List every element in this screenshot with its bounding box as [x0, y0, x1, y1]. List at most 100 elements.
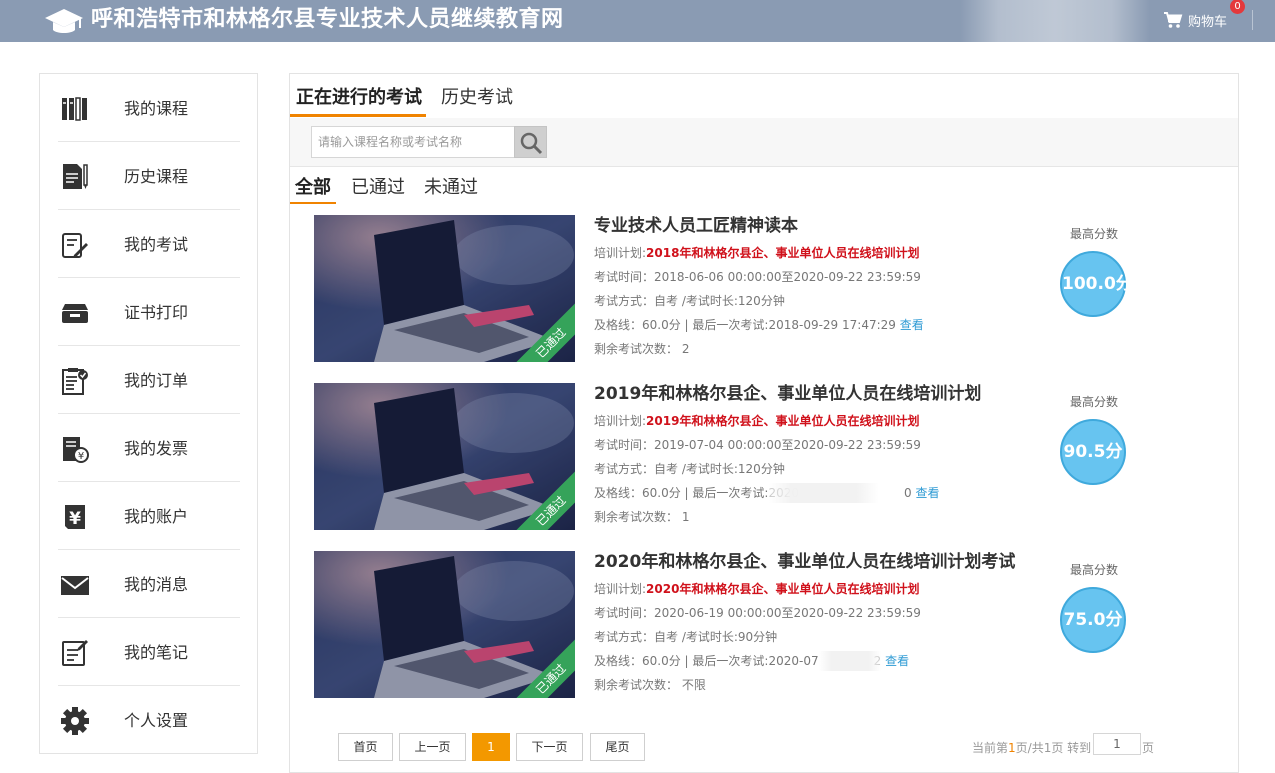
time-label: 考试时间： [594, 270, 655, 284]
remaining-count: 1 [681, 510, 690, 524]
search-button[interactable] [514, 126, 547, 158]
search-bar [290, 118, 1238, 167]
goto-page-input[interactable] [1093, 733, 1141, 755]
sidebar-item-my-account[interactable]: ¥ 我的账户 [58, 482, 240, 550]
books-icon [62, 97, 87, 121]
page-info-goto: 页 转到 [1051, 741, 1092, 755]
course-thumbnail[interactable]: 已通过 [314, 551, 575, 698]
best-score-label: 最高分数 [1069, 395, 1118, 409]
sidebar-item-label: 我的发票 [124, 439, 189, 458]
view-link[interactable]: 查看 [885, 654, 909, 668]
shopping-cart-icon [1164, 12, 1183, 28]
laptop-photo [314, 383, 575, 530]
search-input[interactable] [311, 126, 514, 158]
remaining-attempts-line: 剩余考试次数： 1 [594, 509, 689, 525]
pass-line: 及格线：60.0分 | 最后一次考试:2020 0 查看 [594, 485, 939, 501]
mode-label: 考试方式： [594, 630, 655, 644]
sidebar-item-history-courses[interactable]: 历史课程 [58, 142, 240, 210]
best-score-badge: 75.0分 [1060, 587, 1126, 653]
sidebar-item-certificate-print[interactable]: 证书打印 [58, 278, 240, 346]
plan-label: 培训计划: [594, 246, 647, 260]
sidebar-item-my-courses[interactable]: 我的课程 [58, 74, 240, 142]
site-header: 呼和浩特市和林格尔县专业技术人员继续教育网 购物车 0 [0, 0, 1275, 42]
account-yen-icon: ¥ [65, 505, 85, 529]
filter-failed[interactable]: 未通过 [424, 177, 478, 199]
exam-time: 2018-06-06 00:00:00至2020-09-22 23:59:59 [654, 270, 921, 284]
invoice-yen-icon: ¥ [63, 437, 89, 463]
sidebar-item-label: 我的考试 [124, 235, 189, 254]
tab-ongoing-exams[interactable]: 正在进行的考试 [296, 86, 422, 110]
sidebar-item-my-invoices[interactable]: ¥ 我的发票 [58, 414, 240, 482]
plan-name: 2018年和林格尔县企、事业单位人员在线培训计划 [646, 246, 920, 260]
exam-tabs: 正在进行的考试 历史考试 [290, 74, 1238, 119]
exam-title[interactable]: 2020年和林格尔县企、事业单位人员在线培训计划考试 [594, 551, 1015, 573]
exam-mode-line: 考试方式：自考 /考试时长:120分钟 [594, 461, 785, 477]
cart-button[interactable]: 购物车 [1163, 9, 1227, 31]
plan-name: 2019年和林格尔县企、事业单位人员在线培训计划 [646, 414, 920, 428]
page-info-mid: 页/共 [1015, 741, 1044, 755]
exam-title[interactable]: 专业技术人员工匠精神读本 [594, 215, 798, 237]
best-score-label: 最高分数 [1069, 227, 1118, 241]
pass-label: 及格线： [594, 654, 643, 668]
sidebar-item-label: 历史课程 [124, 167, 189, 186]
sidebar: 我的课程 历史课程 我的考试 证书打印 我的订单 ¥ 我的发票 ¥ 我的账户 我… [39, 73, 258, 754]
sidebar-item-label: 我的课程 [124, 99, 189, 118]
training-plan-line: 培训计划:2020年和林格尔县企、事业单位人员在线培训计划 [594, 581, 919, 597]
sidebar-item-personal-settings[interactable]: 个人设置 [58, 686, 240, 754]
exam-time-line: 考试时间：2018-06-06 00:00:00至2020-09-22 23:5… [594, 269, 921, 285]
page-info-current: 1 [1008, 741, 1016, 755]
remaining-attempts-line: 剩余考试次数： 2 [594, 341, 689, 357]
exam-mode: 自考 /考试时长:120分钟 [654, 294, 785, 308]
sidebar-item-my-orders[interactable]: 我的订单 [58, 346, 240, 414]
laptop-photo [314, 215, 575, 362]
filter-all[interactable]: 全部 [295, 177, 331, 199]
filter-passed[interactable]: 已通过 [351, 177, 405, 199]
course-thumbnail[interactable]: 已通过 [314, 383, 575, 530]
exam-card: 已通过 2020年和林格尔县企、事业单位人员在线培训计划考试 培训计划:2020… [314, 551, 1214, 701]
active-tab-indicator [290, 114, 426, 117]
view-link[interactable]: 查看 [900, 318, 924, 332]
last-page-button[interactable]: 尾页 [590, 733, 645, 761]
exam-time: 2020-06-19 00:00:00至2020-09-22 23:59:59 [654, 606, 921, 620]
exam-time-line: 考试时间：2019-07-04 00:00:00至2020-09-22 23:5… [594, 437, 921, 453]
notepad-edit-icon [62, 640, 88, 666]
exam-mode-line: 考试方式：自考 /考试时长:90分钟 [594, 629, 777, 645]
sidebar-item-label: 个人设置 [124, 711, 189, 730]
search-icon [520, 132, 543, 155]
best-score-badge: 100.0分 [1060, 251, 1133, 317]
plan-name: 2020年和林格尔县企、事业单位人员在线培训计划 [646, 582, 920, 596]
next-page-button[interactable]: 下一页 [516, 733, 583, 761]
view-link[interactable]: 查看 [915, 486, 939, 500]
exam-edit-icon [62, 233, 88, 258]
page-info: 当前第1页/共1页 转到 [972, 739, 1091, 756]
sidebar-item-label: 我的订单 [124, 371, 189, 390]
exam-card: 已通过 专业技术人员工匠精神读本 培训计划:2018年和林格尔县企、事业单位人员… [314, 215, 1214, 365]
sidebar-item-label: 我的账户 [124, 507, 189, 526]
sidebar-item-my-exams[interactable]: 我的考试 [58, 210, 240, 278]
prev-page-button[interactable]: 上一页 [399, 733, 466, 761]
page-1-button[interactable]: 1 [472, 733, 510, 761]
header-divider [1252, 10, 1253, 30]
tab-history-exams[interactable]: 历史考试 [441, 86, 513, 110]
site-title: 呼和浩特市和林格尔县专业技术人员继续教育网 [91, 7, 564, 32]
pass-info: 60.0分 | 最后一次考试:2020-07 [642, 654, 819, 668]
exam-card: 已通过 2019年和林格尔县企、事业单位人员在线培训计划 培训计划:2019年和… [314, 383, 1214, 533]
pass-info: 60.0分 | 最后一次考试:2018-09-29 17:47:29 [642, 318, 896, 332]
exam-mode: 自考 /考试时长:120分钟 [654, 462, 785, 476]
first-page-button[interactable]: 首页 [338, 733, 393, 761]
exam-title[interactable]: 2019年和林格尔县企、事业单位人员在线培训计划 [594, 383, 981, 405]
best-score-badge: 90.5分 [1060, 419, 1126, 485]
sidebar-item-my-notes[interactable]: 我的笔记 [58, 618, 240, 686]
course-thumbnail[interactable]: 已通过 [314, 215, 575, 362]
remaining-label: 剩余考试次数： [594, 678, 679, 692]
blurred-region [960, 0, 1150, 42]
laptop-photo [314, 551, 575, 698]
clipboard-check-icon [62, 368, 88, 395]
exam-time-line: 考试时间：2020-06-19 00:00:00至2020-09-22 23:5… [594, 605, 921, 621]
plan-label: 培训计划: [594, 414, 647, 428]
remaining-count: 2 [681, 342, 690, 356]
svg-text:¥: ¥ [69, 509, 81, 529]
sidebar-item-my-messages[interactable]: 我的消息 [58, 550, 240, 618]
pass-label: 及格线： [594, 486, 643, 500]
goto-page-unit: 页 [1142, 741, 1155, 755]
